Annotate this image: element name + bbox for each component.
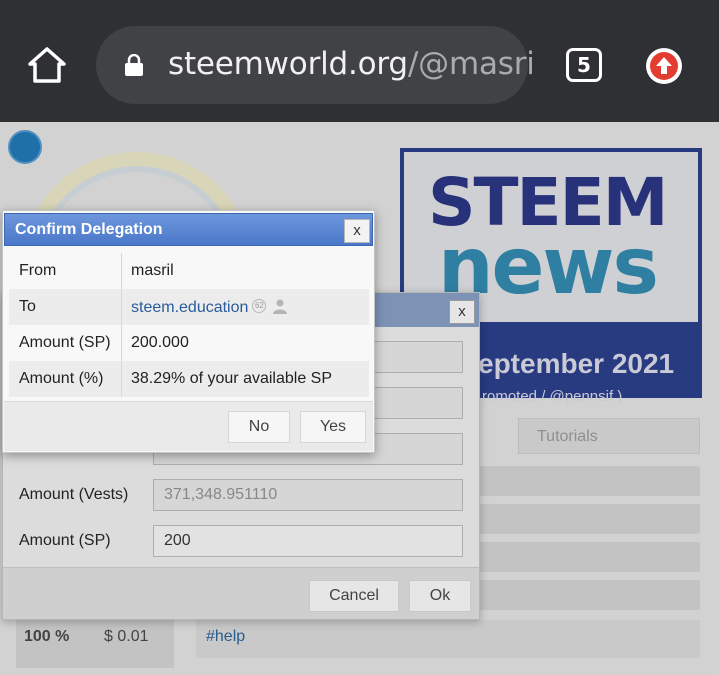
upload-arrow-icon[interactable]: [646, 48, 682, 84]
cell-divider: [121, 325, 122, 361]
amount-vests-field: 371,348.951110: [153, 479, 463, 511]
to-label: To: [19, 298, 36, 315]
amount-percent-label: Amount (%): [19, 370, 104, 387]
no-button[interactable]: No: [228, 411, 290, 443]
banner-subtitle: romoted / @pennsif ): [482, 388, 623, 405]
browser-toolbar: steemworld.org/@masri 5: [0, 0, 719, 122]
url-path: /@masri: [407, 46, 535, 82]
delegation-details-table: From masril To steem.education 62 Amount …: [9, 253, 369, 397]
tabs-count-button[interactable]: 5: [566, 48, 602, 82]
from-label: From: [19, 262, 57, 279]
yes-button[interactable]: Yes: [300, 411, 366, 443]
to-value-group: steem.education 62: [131, 298, 288, 319]
confirm-delegation-dialog: Confirm Delegation x From masril To stee…: [2, 210, 375, 453]
delegate-footer: Cancel Ok: [3, 567, 479, 619]
amount-sp-value: 200.000: [131, 334, 189, 351]
cell-divider: [121, 361, 122, 397]
table-row-from: From masril: [9, 253, 369, 289]
to-account-link[interactable]: steem.education: [131, 299, 248, 316]
amount-vests-label: Amount (Vests): [19, 486, 129, 503]
amount-percent-value: 38.29% of your available SP: [131, 370, 333, 387]
address-bar[interactable]: steemworld.org/@masri: [96, 26, 535, 104]
confirm-titlebar: Confirm Delegation x: [4, 213, 373, 246]
ok-button[interactable]: Ok: [409, 580, 471, 612]
help-link[interactable]: #help: [206, 628, 245, 646]
cell-divider: [121, 289, 122, 325]
confirm-footer: No Yes: [4, 401, 373, 451]
page-home-icon[interactable]: [8, 130, 42, 164]
url-text: steemworld.org/@masri: [168, 46, 535, 82]
user-icon[interactable]: [272, 298, 288, 319]
url-domain: steemworld.org: [168, 46, 408, 82]
amount-sp-label: Amount (SP): [19, 334, 111, 351]
banner-date: eptember 2021: [478, 348, 675, 379]
home-icon[interactable]: [26, 44, 68, 86]
usd-cell: $ 0.01: [104, 628, 149, 645]
tab-tutorials[interactable]: Tutorials: [518, 418, 700, 454]
amount-sp-label: Amount (SP): [19, 532, 111, 549]
table-row-to: To steem.education 62: [9, 289, 369, 325]
amount-sp-input[interactable]: 200: [153, 525, 463, 557]
cell-divider: [121, 253, 122, 289]
percent-cell: 100 %: [24, 628, 70, 645]
table-row-amount-percent: Amount (%) 38.29% of your available SP: [9, 361, 369, 397]
reputation-badge: 62: [252, 299, 267, 313]
help-row: [196, 620, 700, 658]
close-button[interactable]: x: [344, 219, 370, 243]
cancel-button[interactable]: Cancel: [309, 580, 399, 612]
lock-icon: [124, 53, 144, 76]
from-value: masril: [131, 262, 174, 279]
table-row-amount-sp: Amount (SP) 200.000: [9, 325, 369, 361]
delegate-close-button[interactable]: x: [449, 300, 475, 324]
dialog-title: Confirm Delegation: [15, 221, 163, 238]
